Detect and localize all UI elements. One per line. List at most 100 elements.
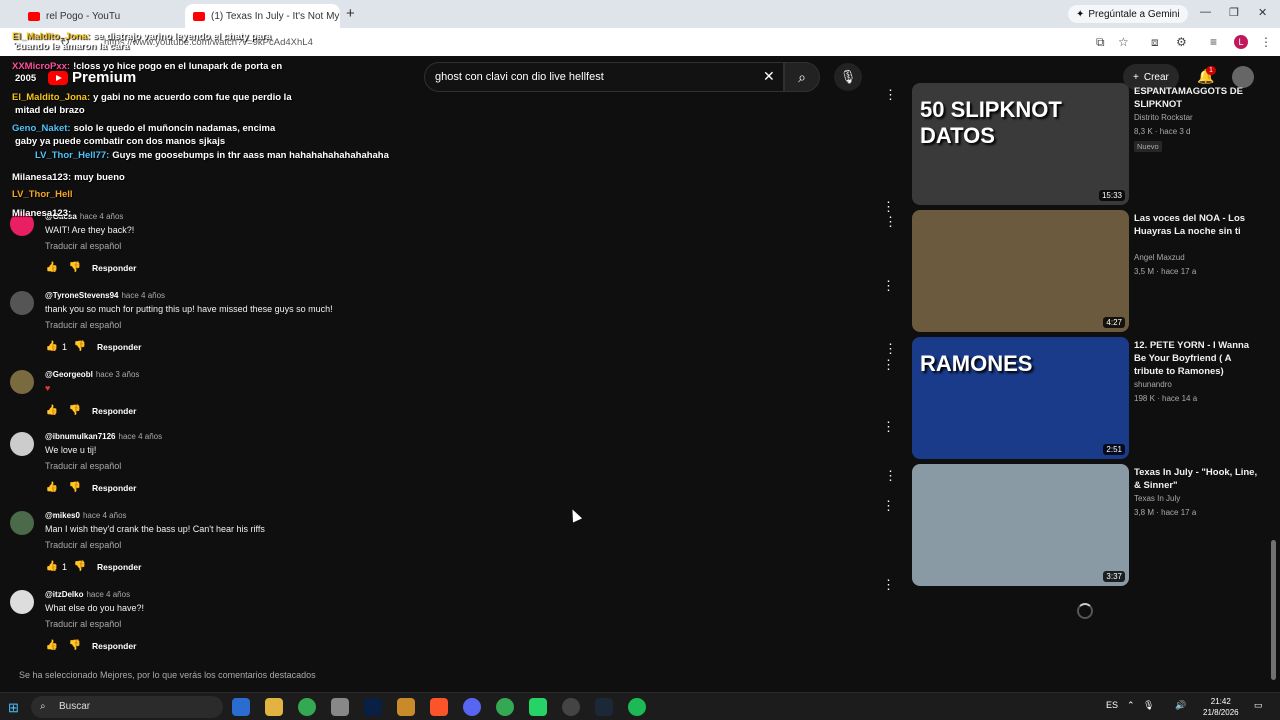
volume-icon[interactable]: 🔊 — [1175, 700, 1186, 711]
like-icon[interactable]: 👍 — [45, 482, 59, 493]
like-icon[interactable]: 👍 — [45, 341, 59, 352]
windows-start-icon[interactable]: ⊞ — [8, 700, 19, 716]
video-thumbnail[interactable]: 4:27 — [912, 210, 1129, 332]
dislike-icon[interactable]: 👎 — [68, 405, 82, 416]
avatar[interactable] — [10, 291, 34, 315]
translate-link[interactable]: Traducir al español — [45, 320, 121, 330]
dislike-icon[interactable]: 👎 — [73, 341, 87, 352]
comment-menu-icon[interactable]: ⋮ — [882, 278, 895, 294]
video-thumbnail[interactable]: 50 SLIPKNOT DATOS 15:33 — [912, 83, 1129, 205]
extension-icon[interactable]: ⧈ — [1151, 35, 1159, 50]
comment-time[interactable]: hace 4 años — [80, 212, 124, 221]
chrome-app-icon[interactable] — [298, 698, 316, 716]
avatar[interactable] — [10, 432, 34, 456]
like-icon[interactable]: 👍 — [45, 262, 59, 273]
like-icon[interactable]: 👍 — [45, 561, 59, 572]
translate-link[interactable]: Traducir al español — [45, 241, 121, 251]
comment-menu-icon[interactable]: ⋮ — [882, 577, 895, 593]
taskbar-search-input[interactable]: Buscar — [31, 696, 223, 718]
channel-name[interactable]: shunandro — [1134, 380, 1172, 389]
media-control-icon[interactable]: ≡ — [1210, 35, 1217, 49]
avatar[interactable] — [10, 590, 34, 614]
avatar[interactable] — [10, 511, 34, 535]
minimize-window-icon[interactable]: — — [1200, 6, 1211, 18]
dislike-icon[interactable]: 👎 — [68, 640, 82, 651]
bookmark-star-icon[interactable]: ☆ — [1118, 35, 1129, 49]
comment-menu-icon[interactable]: ⋮ — [882, 357, 895, 373]
channel-name[interactable]: Texas In July — [1134, 494, 1180, 503]
file-explorer-icon[interactable] — [265, 698, 283, 716]
related-video[interactable]: 3:37 Texas In July - "Hook, Line, & Sinne… — [884, 464, 1267, 586]
browser-tab-active[interactable]: (1) Texas In July - It's Not My Fi ✕ — [185, 4, 340, 28]
comment-author[interactable]: @itzDelko — [45, 590, 83, 599]
whatsapp-app-icon[interactable] — [529, 698, 547, 716]
steam-app-icon[interactable] — [595, 698, 613, 716]
comment-time[interactable]: hace 4 años — [83, 511, 127, 520]
video-title[interactable]: ESPANTAMAGGOTS DE SLIPKNOT — [1134, 85, 1259, 111]
chrome-active-app-icon[interactable] — [496, 698, 514, 716]
comment-time[interactable]: hace 4 años — [121, 291, 165, 300]
app-icon[interactable] — [331, 698, 349, 716]
brave-app-icon[interactable] — [430, 698, 448, 716]
related-video[interactable]: RAMONES 2:51 12. PETE YORN - I Wanna Be Yo… — [884, 337, 1267, 459]
video-menu-icon[interactable]: ⋮ — [884, 341, 897, 357]
notification-center-icon[interactable]: ▭ — [1254, 700, 1263, 711]
photoshop-app-icon[interactable] — [364, 698, 382, 716]
reply-button[interactable]: Responder — [92, 263, 136, 273]
new-tab-button[interactable]: + — [346, 5, 355, 22]
translate-link[interactable]: Traducir al español — [45, 619, 121, 629]
translate-link[interactable]: Traducir al español — [45, 461, 121, 471]
dislike-icon[interactable]: 👎 — [68, 482, 82, 493]
like-icon[interactable]: 👍 — [45, 640, 59, 651]
comment-author[interactable]: @ibnumulkan7126 — [45, 432, 116, 441]
close-window-icon[interactable]: ✕ — [1258, 6, 1267, 19]
search-input[interactable]: ghost con clavi con dio live hellfest ✕ — [424, 62, 784, 92]
comment-time[interactable]: hace 3 años — [96, 370, 140, 379]
app-icon[interactable] — [562, 698, 580, 716]
comment-menu-icon[interactable]: ⋮ — [882, 419, 895, 435]
search-button[interactable]: ⌕ — [784, 62, 820, 92]
comment-menu-icon[interactable]: ⋮ — [882, 199, 895, 215]
reply-button[interactable]: Responder — [92, 641, 136, 651]
reply-button[interactable]: Responder — [97, 342, 141, 352]
reply-button[interactable]: Responder — [97, 562, 141, 572]
related-video[interactable]: 50 SLIPKNOT DATOS 15:33 ESPANTAMAGGOTS DE … — [884, 83, 1267, 205]
profile-avatar[interactable]: L — [1234, 35, 1248, 49]
comment-time[interactable]: hace 4 años — [119, 432, 163, 441]
translate-link[interactable]: Traducir al español — [45, 540, 121, 550]
video-thumbnail[interactable]: 3:37 — [912, 464, 1129, 586]
page-scrollbar[interactable] — [1271, 540, 1276, 680]
comment-author[interactable]: @TyroneStevens94 — [45, 291, 118, 300]
puzzle-icon[interactable]: ⚙ — [1176, 35, 1187, 49]
reply-button[interactable]: Responder — [92, 406, 136, 416]
microphone-icon[interactable]: 🎙 — [1143, 700, 1154, 711]
like-icon[interactable]: 👍 — [45, 405, 59, 416]
comment-time[interactable]: hace 4 años — [86, 590, 130, 599]
language-indicator[interactable]: ES — [1106, 700, 1118, 710]
video-title[interactable]: 12. PETE YORN - I Wanna Be Your Boyfrien… — [1134, 339, 1259, 378]
related-video[interactable]: 4:27 Las voces del NOA - Los Huayras La n… — [884, 210, 1267, 332]
app-icon[interactable] — [397, 698, 415, 716]
comment-author[interactable]: @Georgeobl — [45, 370, 93, 379]
dislike-icon[interactable]: 👎 — [68, 262, 82, 273]
install-app-icon[interactable]: ⧉ — [1096, 35, 1105, 50]
comment-menu-icon[interactable]: ⋮ — [882, 498, 895, 514]
taskbar-clock[interactable]: 21:42 21/8/2026 — [1203, 696, 1239, 718]
reply-button[interactable]: Responder — [92, 483, 136, 493]
spotify-app-icon[interactable] — [628, 698, 646, 716]
dislike-icon[interactable]: 👎 — [73, 561, 87, 572]
comment-author[interactable]: @mikes0 — [45, 511, 80, 520]
channel-name[interactable]: Angel Maxzud — [1134, 253, 1185, 262]
avatar[interactable] — [10, 370, 34, 394]
tray-chevron-icon[interactable]: ⌃ — [1127, 700, 1135, 711]
video-menu-icon[interactable]: ⋮ — [884, 468, 897, 484]
video-thumbnail[interactable]: RAMONES 2:51 — [912, 337, 1129, 459]
browser-menu-icon[interactable]: ⋮ — [1260, 35, 1272, 49]
clear-search-icon[interactable]: ✕ — [763, 68, 775, 85]
voice-search-button[interactable]: 🎙 — [834, 63, 862, 91]
channel-name[interactable]: Distrito Rockstar — [1134, 113, 1193, 122]
copilot-app-icon[interactable] — [232, 698, 250, 716]
gemini-button[interactable]: ✦ Pregúntale a Gemini — [1068, 5, 1188, 23]
video-menu-icon[interactable]: ⋮ — [884, 87, 897, 103]
video-title[interactable]: Texas In July - "Hook, Line, & Sinner" — [1134, 466, 1259, 492]
